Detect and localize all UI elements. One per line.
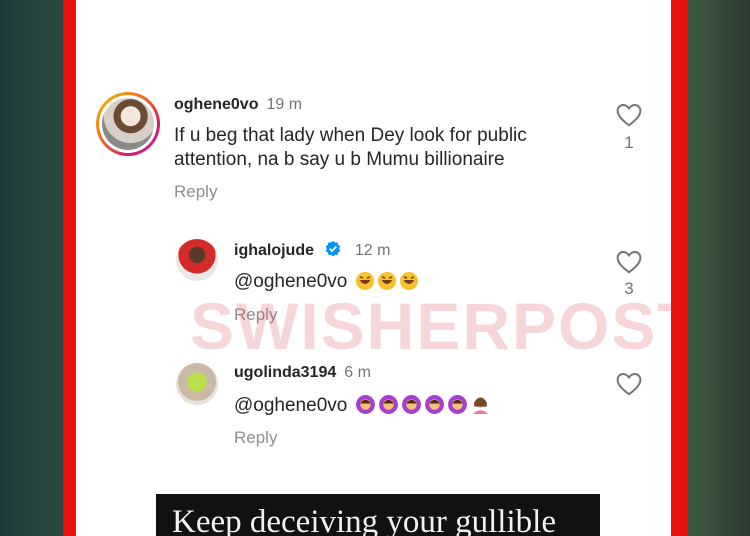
caption-box: Keep deceiving your gullible xyxy=(156,494,600,536)
comment-text-line-1: If u beg that lady when Dey look for pub… xyxy=(174,125,527,146)
comment-username[interactable]: ighalojude xyxy=(234,242,314,259)
heart-icon[interactable] xyxy=(616,372,642,396)
heart-icon[interactable] xyxy=(616,103,642,127)
avatar[interactable] xyxy=(176,239,218,281)
reply-button[interactable]: Reply xyxy=(174,182,217,202)
watermark: SWISHERPOST xyxy=(190,289,671,363)
comment-time: 6 m xyxy=(344,364,371,381)
comment-mention[interactable]: @oghene0vo xyxy=(234,395,347,416)
heart-icon[interactable] xyxy=(616,250,642,274)
avatar[interactable] xyxy=(176,363,218,405)
comment-text-line-2: attention, na b say u b Mumu billionaire xyxy=(174,149,505,170)
reply-button[interactable]: Reply xyxy=(234,428,277,448)
comment-time: 12 m xyxy=(354,242,391,259)
like-count: 1 xyxy=(624,133,634,152)
comments-panel: oghene0vo 19 m If u beg that lady when De… xyxy=(76,0,671,536)
person-emoji-icons xyxy=(353,395,491,416)
avatar[interactable] xyxy=(96,92,160,156)
comment-time: 19 m xyxy=(266,96,303,113)
comment-username[interactable]: oghene0vo xyxy=(174,96,258,113)
comment-username[interactable]: ugolinda3194 xyxy=(234,364,336,381)
verified-badge-icon xyxy=(326,240,341,257)
caption-text: Keep deceiving your gullible xyxy=(172,504,556,536)
